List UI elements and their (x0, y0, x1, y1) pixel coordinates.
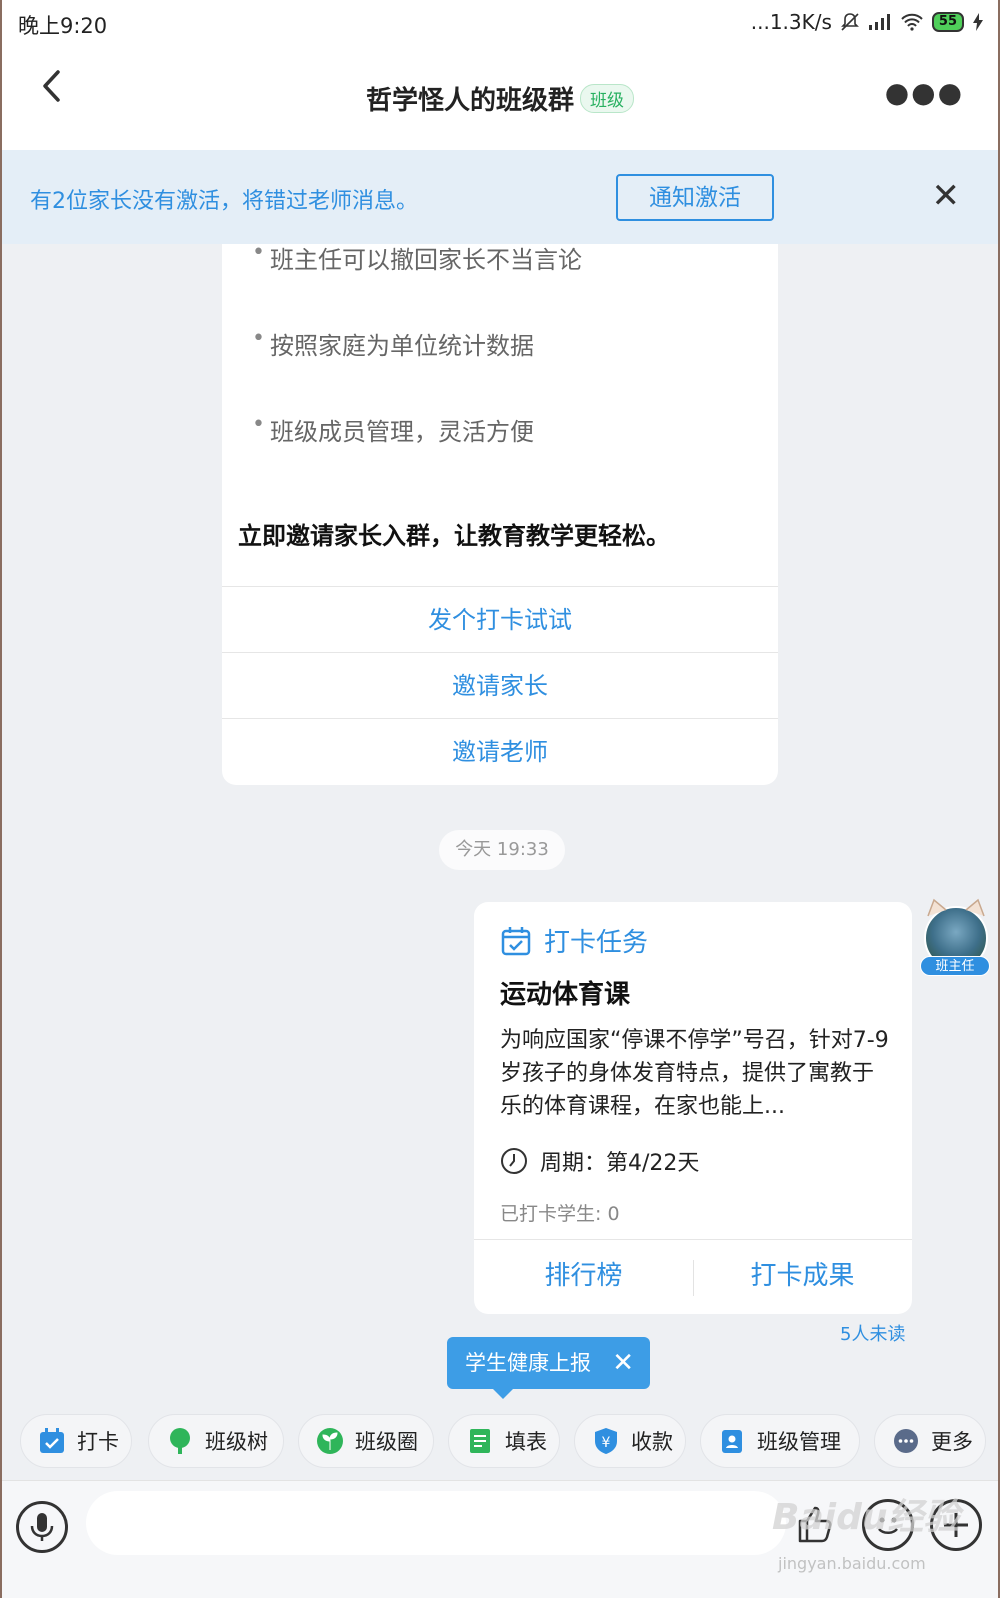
toolbar-payment[interactable]: ¥ 收款 (574, 1414, 686, 1468)
toolbar-class-tree[interactable]: 班级树 (148, 1414, 284, 1468)
toolbar-label: 更多 (931, 1430, 973, 1454)
cat-ears-icon (927, 898, 985, 917)
mute-bell-icon (840, 13, 859, 31)
feature-toolbar: 打卡 班级树 班级圈 填表 ¥ 收款 班级管理 更多 (2, 1404, 998, 1480)
status-time: 晚上9:20 (18, 14, 108, 38)
chat-screen: 晚上9:20 ...1.3K/s 55 哲学怪人的班级群 班级 ●●● 有2位家长… (2, 0, 998, 1598)
try-checkin-button[interactable]: 发个打卡试试 (222, 586, 778, 652)
watermark-logo: Baidu经验 (772, 1497, 960, 1538)
toolbar-checkin[interactable]: 打卡 (20, 1414, 132, 1468)
toolbar-label: 班级圈 (355, 1430, 418, 1454)
page-title-group: 哲学怪人的班级群 班级 (2, 80, 998, 117)
notice-text: 有2位家长没有激活，将错过老师消息。 (30, 189, 418, 214)
toolbar-label: 收款 (631, 1430, 673, 1454)
status-icons: ...1.3K/s 55 (751, 10, 984, 34)
voice-button[interactable] (16, 1501, 68, 1553)
avatar[interactable]: 班主任 (920, 898, 992, 976)
health-report-popup[interactable]: 学生健康上报 ✕ (447, 1337, 650, 1399)
nav-bar: 哲学怪人的班级群 班级 ●●● (2, 46, 998, 150)
checked-count: 已打卡学生: 0 (500, 1203, 620, 1225)
intro-bullet: 班主任可以撤回家长不当言论 (252, 244, 582, 275)
unread-count[interactable]: 5人未读 (840, 1320, 905, 1346)
task-cycle-text: 周期：第4/22天 (540, 1151, 700, 1176)
task-description: 为响应国家“停课不停学”号召，针对7-9岁孩子的身体发育特点，提供了寓教于乐的体… (500, 1028, 889, 1119)
toolbar-label: 填表 (505, 1430, 547, 1454)
notify-activate-button[interactable]: 通知激活 (616, 174, 774, 221)
toolbar-form[interactable]: 填表 (448, 1414, 560, 1468)
invite-teachers-button[interactable]: 邀请老师 (222, 718, 778, 784)
message-input[interactable] (86, 1491, 786, 1555)
toolbar-label: 班级树 (205, 1430, 268, 1454)
battery-icon: 55 (931, 12, 964, 32)
watermark-url: jingyan.baidu.com (778, 1554, 926, 1573)
invite-parents-button[interactable]: 邀请家长 (222, 652, 778, 718)
calendar-check-icon (40, 1428, 64, 1453)
activation-notice: 有2位家长没有激活，将错过老师消息。 通知激活 ✕ (2, 150, 998, 244)
sprout-icon (317, 1428, 343, 1454)
message-timestamp: 今天 19:33 (439, 830, 565, 870)
intro-card: 班主任可以撤回家长不当言论 按照家庭为单位统计数据 班级成员管理，灵活方便 立即… (222, 244, 778, 785)
task-title: 运动体育课 (500, 980, 631, 1010)
management-icon (722, 1430, 742, 1453)
invite-text: 立即邀请家长入群，让教育教学更轻松。 (238, 522, 670, 550)
form-icon (470, 1429, 490, 1453)
toolbar-class-management[interactable]: 班级管理 (700, 1414, 860, 1468)
tree-icon (170, 1428, 190, 1454)
class-tag: 班级 (580, 84, 634, 113)
checkin-task-card[interactable]: 打卡任务 运动体育课 为响应国家“停课不停学”号召，针对7-9岁孩子的身体发育特… (474, 902, 912, 1314)
toolbar-more[interactable]: 更多 (874, 1414, 986, 1468)
task-header: 打卡任务 (500, 922, 648, 959)
toolbar-label: 打卡 (77, 1430, 119, 1454)
toolbar-label: 班级管理 (757, 1430, 841, 1454)
toolbar-class-circle[interactable]: 班级圈 (298, 1414, 434, 1468)
task-label: 打卡任务 (544, 928, 649, 958)
calendar-check-icon (501, 926, 531, 955)
leaderboard-button[interactable]: 排行榜 (474, 1240, 693, 1314)
close-icon[interactable]: ✕ (932, 176, 961, 216)
microphone-icon (30, 1513, 54, 1541)
task-cycle: 周期：第4/22天 (500, 1145, 699, 1177)
svg-text:¥: ¥ (602, 1435, 611, 1451)
payment-shield-icon: ¥ (595, 1428, 617, 1454)
network-speed: ...1.3K/s (750, 10, 832, 34)
task-card-actions: 排行榜 打卡成果 (474, 1239, 912, 1314)
intro-bullet: 按照家庭为单位统计数据 (252, 326, 534, 361)
clock-icon (501, 1148, 527, 1174)
close-icon[interactable]: ✕ (612, 1337, 634, 1389)
intro-bullet: 班级成员管理，灵活方便 (252, 412, 534, 447)
wifi-icon (901, 13, 923, 31)
more-options-icon[interactable]: ●●● (885, 76, 964, 109)
status-bar: 晚上9:20 ...1.3K/s 55 (2, 0, 998, 46)
signal-icon (868, 14, 890, 30)
page-title: 哲学怪人的班级群 (365, 86, 574, 116)
sender-badge: 班主任 (920, 956, 990, 976)
checkin-results-button[interactable]: 打卡成果 (693, 1240, 912, 1314)
charging-icon (973, 13, 983, 31)
health-report-label: 学生健康上报 (465, 1351, 591, 1375)
more-icon (894, 1429, 918, 1453)
